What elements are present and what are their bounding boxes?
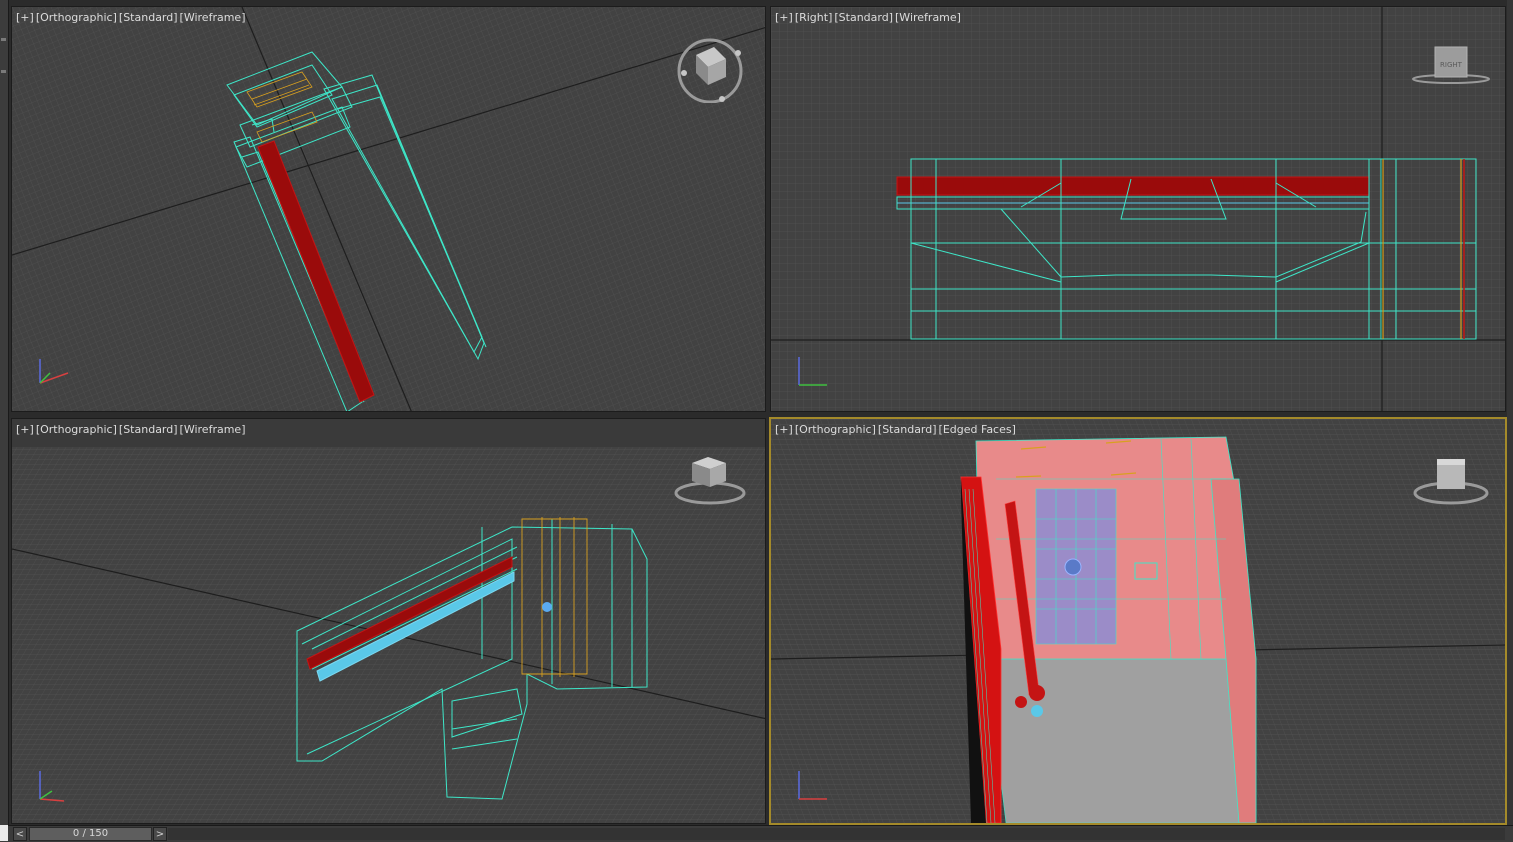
- viewport-point-of-view[interactable]: [Orthographic]: [36, 11, 117, 24]
- strip-marker: [1, 38, 6, 41]
- viewport-top-right[interactable]: [+] [Right] [Standard] [Wireframe] RIGHT: [770, 6, 1506, 412]
- command-strip-right: [1507, 0, 1513, 825]
- viewport-scene: [12, 7, 765, 411]
- viewport-menu-plus[interactable]: [+]: [775, 11, 793, 24]
- viewport-point-of-view[interactable]: [Orthographic]: [795, 423, 876, 436]
- viewport-bottom-left[interactable]: [+] [Orthographic] [Standard] [Wireframe…: [11, 418, 766, 824]
- viewport-shading-standard[interactable]: [Standard]: [119, 423, 178, 436]
- viewcube-icon[interactable]: [672, 453, 748, 513]
- viewport-point-of-view[interactable]: [Right]: [795, 11, 833, 24]
- viewport-scene: [771, 7, 1505, 411]
- viewport-display-mode[interactable]: [Wireframe]: [180, 423, 246, 436]
- viewport-shading-standard[interactable]: [Standard]: [119, 11, 178, 24]
- viewport-label[interactable]: [+] [Right] [Standard] [Wireframe]: [775, 11, 961, 24]
- viewport-shading-standard[interactable]: [Standard]: [834, 11, 893, 24]
- axis-tripod-icon: [32, 765, 82, 809]
- viewport-display-mode[interactable]: [Wireframe]: [895, 11, 961, 24]
- viewport-menu-plus[interactable]: [+]: [16, 423, 34, 436]
- viewcube-face-label: RIGHT: [1440, 61, 1463, 69]
- viewport-label[interactable]: [+] [Orthographic] [Standard] [Wireframe…: [16, 11, 246, 24]
- viewport-shading-standard[interactable]: [Standard]: [878, 423, 937, 436]
- corner-block: [0, 825, 8, 841]
- viewcube-icon[interactable]: RIGHT: [1411, 45, 1493, 97]
- time-slider[interactable]: 0 / 150: [29, 827, 152, 841]
- axis-tripod-icon: [791, 765, 841, 809]
- viewport-label[interactable]: [+] [Orthographic] [Standard] [Edged Fac…: [775, 423, 1016, 436]
- viewcube-icon[interactable]: [1411, 453, 1493, 517]
- timeline-track[interactable]: [168, 828, 1505, 840]
- viewport-menu-plus[interactable]: [+]: [775, 423, 793, 436]
- prev-frame-button[interactable]: <: [13, 827, 27, 841]
- viewport-scene: [12, 447, 765, 823]
- viewport-scene: [771, 419, 1505, 823]
- viewport-label[interactable]: [+] [Orthographic] [Standard] [Wireframe…: [16, 423, 246, 436]
- command-strip-left: [0, 0, 9, 825]
- viewcube-icon[interactable]: [676, 33, 746, 107]
- next-frame-button[interactable]: >: [153, 827, 167, 841]
- viewport-top-left[interactable]: [+] [Orthographic] [Standard] [Wireframe…: [11, 6, 766, 412]
- viewport-display-mode[interactable]: [Edged Faces]: [939, 423, 1016, 436]
- viewport-display-mode[interactable]: [Wireframe]: [180, 11, 246, 24]
- time-slider-bar: < 0 / 150 >: [0, 825, 1513, 842]
- strip-marker: [1, 70, 6, 73]
- axis-tripod-icon: [28, 353, 78, 397]
- axis-tripod-icon: [791, 351, 841, 395]
- viewport-bottom-right[interactable]: [+] [Orthographic] [Standard] [Edged Fac…: [769, 417, 1507, 825]
- viewport-point-of-view[interactable]: [Orthographic]: [36, 423, 117, 436]
- viewport-menu-plus[interactable]: [+]: [16, 11, 34, 24]
